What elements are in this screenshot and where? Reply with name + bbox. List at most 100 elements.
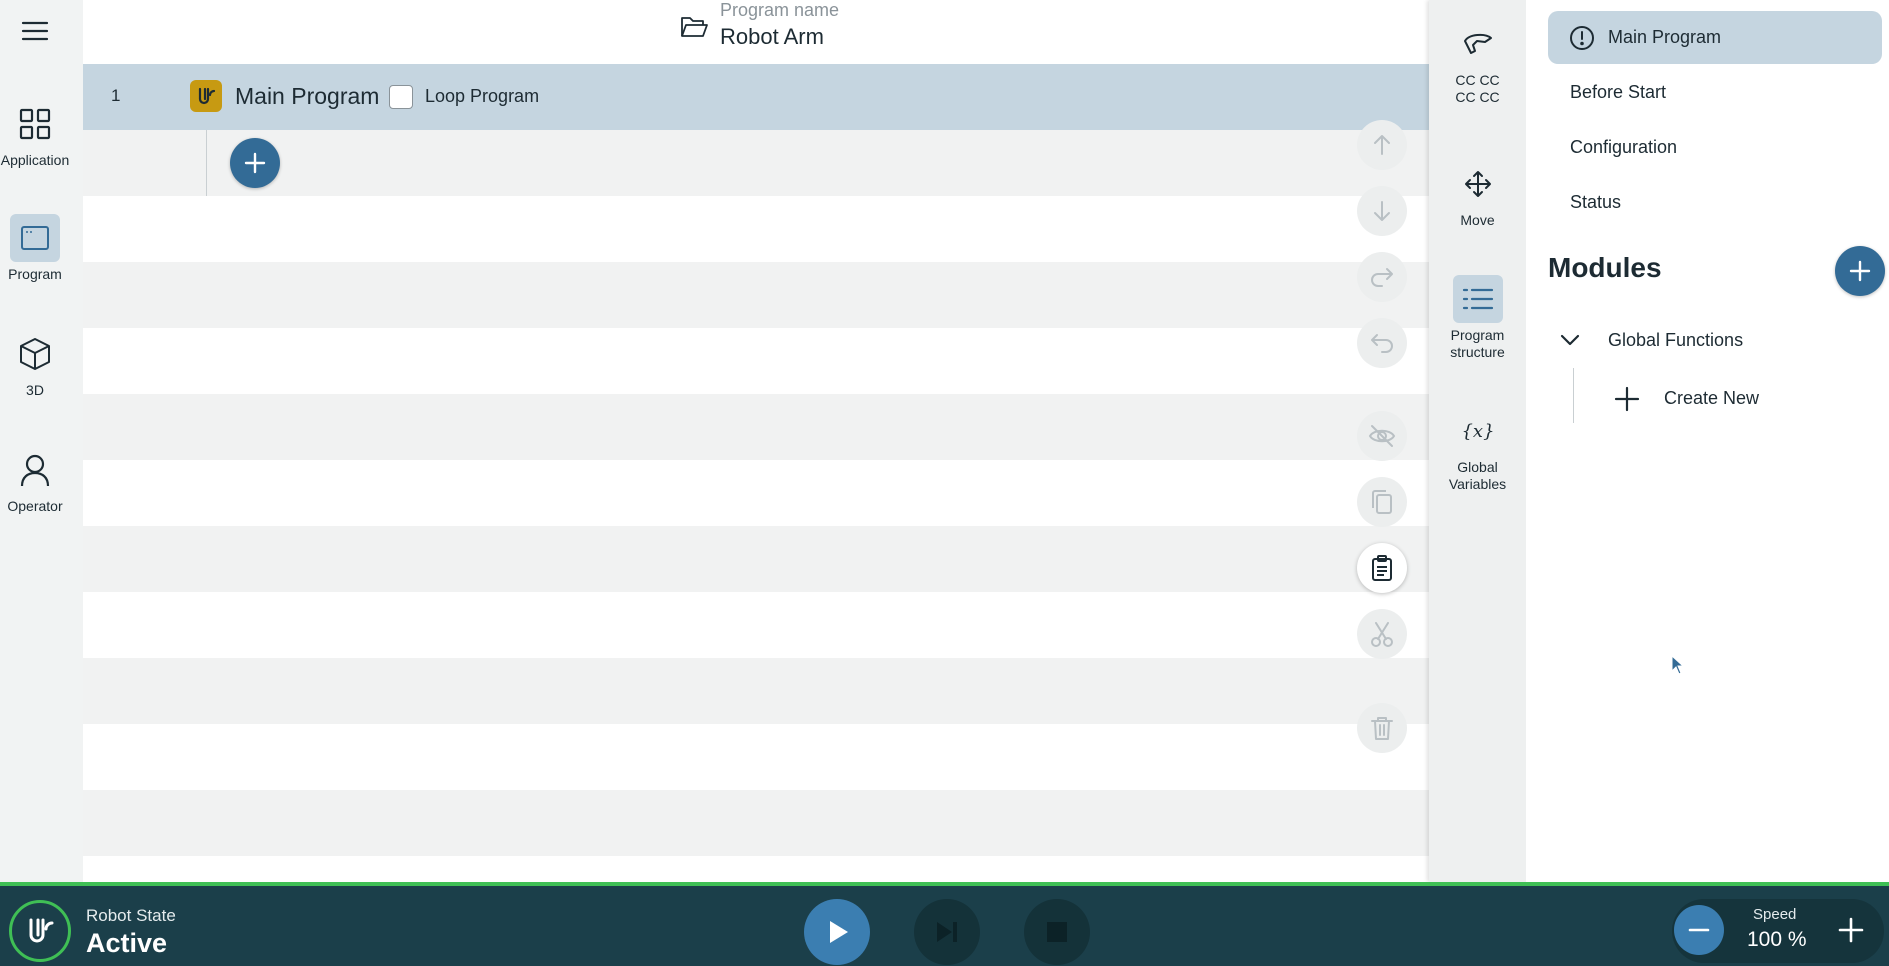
- navigator-item-configuration[interactable]: Configuration: [1548, 121, 1882, 174]
- grid-icon: [10, 100, 60, 148]
- stop-button[interactable]: [1024, 899, 1090, 965]
- robot-state-value: Active: [86, 928, 168, 958]
- nav-item-label: Application: [0, 152, 70, 168]
- hamburger-menu-icon[interactable]: [18, 14, 52, 48]
- mid-item-program-structure[interactable]: Program structure: [1429, 275, 1526, 361]
- empty-row: [83, 460, 1429, 526]
- global-functions-toggle[interactable]: Global Functions: [1558, 322, 1878, 358]
- program-side-panel: CC CC CC CC Move Program structure {x} G…: [1429, 0, 1526, 882]
- robot-state-indicator: [9, 900, 71, 962]
- copy-button[interactable]: [1357, 477, 1407, 527]
- mid-item-global-variables[interactable]: {x} Global Variables: [1429, 407, 1526, 493]
- mouse-cursor-icon: [1671, 655, 1685, 675]
- mid-item-label: CC CC CC CC: [1455, 72, 1500, 105]
- paste-button[interactable]: [1357, 543, 1407, 593]
- navigator-item-main-program[interactable]: Main Program: [1548, 11, 1882, 64]
- move-down-button[interactable]: [1357, 186, 1407, 236]
- mid-item-label: Program structure: [1450, 327, 1505, 360]
- empty-row: [83, 592, 1429, 658]
- navigator-item-before-start[interactable]: Before Start: [1548, 66, 1882, 119]
- cut-button[interactable]: [1357, 609, 1407, 659]
- nav-item-label: Program: [8, 266, 62, 282]
- plus-icon: [1614, 386, 1640, 412]
- cube-icon: [10, 330, 60, 378]
- undo-icon: [1371, 334, 1393, 353]
- program-header: Program name Robot Arm: [83, 0, 1429, 64]
- program-tree: 1 Main Program Loop Program: [83, 64, 1429, 882]
- speed-value: 100 %: [1747, 928, 1807, 951]
- tcp-gripper-icon: [1453, 20, 1503, 68]
- move-up-button[interactable]: [1357, 120, 1407, 170]
- create-new-label: Create New: [1664, 388, 1760, 408]
- copy-icon: [1372, 490, 1392, 514]
- person-icon: [10, 446, 60, 494]
- delete-button[interactable]: [1357, 703, 1407, 753]
- loop-program-label: Loop Program: [425, 86, 540, 106]
- speed-increase-button[interactable]: [1826, 905, 1876, 955]
- empty-row: [83, 196, 1429, 262]
- redo-button[interactable]: [1357, 252, 1407, 302]
- empty-row: [83, 658, 1429, 724]
- mid-item-label: Global Variables: [1448, 459, 1507, 492]
- variable-x-icon: {x}: [1453, 407, 1503, 455]
- loop-program-checkbox[interactable]: [389, 85, 413, 109]
- nav-item-label: Operator: [7, 498, 63, 514]
- alert-circle-icon: [1570, 25, 1594, 50]
- speed-decrease-button[interactable]: [1674, 905, 1724, 955]
- arrow-up-icon: [1374, 135, 1390, 155]
- nav-item-3d[interactable]: 3D: [0, 330, 70, 398]
- redo-icon: [1371, 268, 1393, 287]
- program-navigator: Main Program Before Start Configuration …: [1526, 0, 1889, 882]
- modules-title: Modules: [1548, 252, 1662, 283]
- create-new-function-button[interactable]: Create New: [1614, 380, 1814, 416]
- mid-item-move[interactable]: Move: [1429, 160, 1526, 229]
- ur-logo-icon: [29, 918, 54, 943]
- navigator-item-status[interactable]: Status: [1548, 176, 1882, 229]
- empty-row: [83, 724, 1429, 790]
- nav-item-program[interactable]: Program: [0, 214, 70, 282]
- chevron-down-icon: [1560, 334, 1580, 346]
- add-module-button[interactable]: [1835, 246, 1885, 296]
- empty-row: [83, 790, 1429, 856]
- empty-row: [83, 856, 1429, 882]
- global-functions-label: Global Functions: [1608, 330, 1744, 350]
- list-icon: [1452, 275, 1503, 323]
- stop-icon: [1047, 922, 1067, 942]
- navigator-item-label: Before Start: [1570, 82, 1667, 102]
- ur-logo-icon: [190, 80, 222, 112]
- program-window-icon: [10, 214, 60, 262]
- left-navigation: Application Program 3D Operator: [0, 0, 83, 882]
- add-node-button[interactable]: [230, 138, 280, 188]
- play-button[interactable]: [804, 899, 870, 965]
- eye-off-icon: [1368, 425, 1396, 447]
- robot-control-bar: Robot State Active Speed 100 %: [0, 882, 1889, 966]
- program-row-main[interactable]: 1 Main Program Loop Program: [83, 64, 1429, 130]
- scissors-icon: [1371, 622, 1393, 647]
- robot-state-caption: Robot State: [86, 906, 176, 925]
- program-row-add: [83, 130, 1429, 196]
- speed-caption: Speed: [1753, 906, 1797, 923]
- minus-icon: [1688, 928, 1710, 932]
- clipboard-icon: [1372, 555, 1392, 581]
- empty-row: [83, 526, 1429, 592]
- undo-button[interactable]: [1357, 318, 1407, 368]
- nav-item-label: 3D: [26, 382, 44, 398]
- svg-text:{x}: {x}: [1461, 421, 1494, 442]
- mid-item-tcp[interactable]: CC CC CC CC: [1429, 20, 1526, 106]
- hide-button[interactable]: [1357, 411, 1407, 461]
- mid-item-label: Move: [1460, 212, 1495, 228]
- program-name-caption: Program name: [720, 0, 840, 20]
- empty-row: [83, 394, 1429, 460]
- row-number: 1: [111, 86, 121, 105]
- nav-item-operator[interactable]: Operator: [0, 446, 70, 514]
- tree-guide-line: [1573, 368, 1574, 423]
- indent-line: [206, 130, 207, 196]
- arrow-down-icon: [1374, 201, 1390, 221]
- nav-item-application[interactable]: Application: [0, 100, 70, 168]
- plus-icon: [1838, 917, 1864, 943]
- main-program-label: Main Program: [235, 83, 380, 109]
- navigator-item-label: Configuration: [1570, 137, 1678, 157]
- step-button[interactable]: [914, 899, 980, 965]
- program-name[interactable]: Robot Arm: [720, 24, 824, 50]
- folder-open-icon[interactable]: [679, 12, 709, 42]
